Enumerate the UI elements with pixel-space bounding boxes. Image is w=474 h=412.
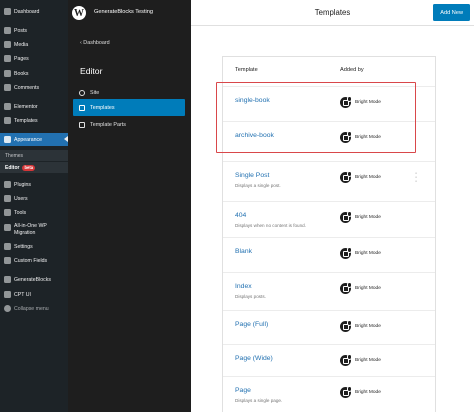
generateblocks-icon	[4, 276, 11, 283]
migration-icon	[4, 224, 11, 231]
more-actions-icon[interactable]: · · ·	[414, 170, 418, 185]
submenu-item-editor[interactable]: Editor beta	[0, 162, 68, 173]
nav-item-templates[interactable]: Templates	[73, 99, 185, 116]
pages-icon	[4, 55, 11, 62]
books-icon	[4, 70, 11, 77]
templates-layout-icon	[79, 104, 85, 111]
template-link[interactable]: Blank	[235, 248, 252, 255]
menu-item-all-in-one-migration[interactable]: All-in-One WP Migration	[0, 220, 68, 240]
menu-item-posts[interactable]: Posts	[0, 24, 68, 37]
templates-icon	[4, 117, 11, 124]
table-row: Page (Wide) Bright Mode	[223, 344, 435, 379]
site-title: GenerateBlocks Testing	[94, 9, 153, 15]
table-row: archive-book Bright Mode	[223, 121, 435, 156]
table-row: Page Displays a single page. Bright Mode	[223, 376, 435, 411]
wp-admin-menu: Dashboard Posts Media Pages Books Commen…	[0, 0, 68, 412]
tools-icon	[4, 209, 11, 216]
theme-avatar-icon	[340, 247, 352, 259]
theme-avatar-icon	[340, 282, 352, 294]
appearance-icon	[4, 136, 11, 143]
table-row: Single Post Displays a single post. Brig…	[223, 161, 435, 196]
editor-header: Templates Add New	[191, 0, 474, 26]
menu-item-dashboard[interactable]: Dashboard	[0, 5, 68, 18]
column-header-template: Template	[235, 67, 258, 73]
added-by: Bright Mode	[340, 171, 381, 183]
menu-item-users[interactable]: Users	[0, 192, 68, 205]
nav-item-template-parts[interactable]: Template Parts	[73, 116, 185, 133]
menu-item-elementor[interactable]: Elementor	[0, 100, 68, 113]
added-by: Bright Mode	[340, 247, 381, 259]
template-parts-icon	[79, 121, 85, 128]
template-description: Displays when no content is found.	[235, 223, 306, 228]
menu-item-plugins[interactable]: Plugins	[0, 178, 68, 191]
theme-avatar-icon	[340, 171, 352, 183]
template-link[interactable]: 404	[235, 212, 246, 219]
theme-avatar-icon	[340, 131, 352, 143]
template-link[interactable]: Page	[235, 387, 251, 394]
collapse-menu-button[interactable]: Collapse menu	[0, 302, 68, 315]
table-row: single-book Bright Mode	[223, 86, 435, 121]
wordpress-icon: W	[72, 6, 86, 20]
table-row: Blank Bright Mode	[223, 237, 435, 272]
added-by: Bright Mode	[340, 320, 381, 332]
dashboard-icon	[4, 8, 11, 15]
add-new-button[interactable]: Add New	[433, 4, 470, 21]
added-by: Bright Mode	[340, 282, 381, 294]
editor-heading: Editor	[80, 66, 103, 76]
menu-item-templates[interactable]: Templates	[0, 114, 68, 127]
template-description: Displays posts.	[235, 294, 266, 299]
posts-icon	[4, 27, 11, 34]
menu-item-custom-fields[interactable]: Custom Fields	[0, 254, 68, 267]
elementor-icon	[4, 103, 11, 110]
menu-item-comments[interactable]: Comments	[0, 81, 68, 94]
theme-avatar-icon	[340, 211, 352, 223]
menu-item-settings[interactable]: Settings	[0, 240, 68, 253]
column-header-added-by: Added by	[340, 67, 364, 73]
added-by: Bright Mode	[340, 131, 381, 143]
template-link[interactable]: Page (Full)	[235, 321, 268, 328]
comments-icon	[4, 84, 11, 91]
theme-avatar-icon	[340, 96, 352, 108]
theme-avatar-icon	[340, 354, 352, 366]
editor-navigation-panel: W GenerateBlocks Testing ‹ Dashboard Edi…	[68, 0, 191, 412]
page-title: Templates	[314, 8, 351, 17]
template-link[interactable]: Page (Wide)	[235, 355, 273, 362]
cpt-ui-icon	[4, 291, 11, 298]
menu-item-pages[interactable]: Pages	[0, 52, 68, 65]
site-icon	[79, 89, 85, 96]
plugins-icon	[4, 181, 11, 188]
theme-avatar-icon	[340, 386, 352, 398]
table-row: Index Displays posts. Bright Mode	[223, 272, 435, 307]
templates-table: Template Added by single-book Bright Mod…	[222, 56, 436, 412]
theme-avatar-icon	[340, 320, 352, 332]
beta-badge: beta	[22, 164, 36, 171]
template-description: Displays a single page.	[235, 398, 283, 403]
added-by: Bright Mode	[340, 386, 381, 398]
template-link[interactable]: Single Post	[235, 172, 269, 179]
added-by: Bright Mode	[340, 96, 381, 108]
added-by: Bright Mode	[340, 211, 381, 223]
menu-item-media[interactable]: Media	[0, 38, 68, 51]
menu-item-tools[interactable]: Tools	[0, 206, 68, 219]
table-row: Page (Full) Bright Mode	[223, 310, 435, 345]
template-link[interactable]: Index	[235, 283, 252, 290]
menu-item-books[interactable]: Books	[0, 67, 68, 80]
users-icon	[4, 195, 11, 202]
template-description: Displays a single post.	[235, 183, 281, 188]
table-row: 404 Displays when no content is found. B…	[223, 201, 435, 236]
submenu-item-themes[interactable]: Themes	[0, 150, 68, 161]
template-link[interactable]: archive-book	[235, 132, 274, 139]
menu-item-appearance[interactable]: Appearance	[0, 133, 68, 146]
menu-item-cpt-ui[interactable]: CPT UI	[0, 288, 68, 301]
template-link[interactable]: single-book	[235, 97, 270, 104]
added-by: Bright Mode	[340, 354, 381, 366]
settings-icon	[4, 243, 11, 250]
menu-item-generateblocks[interactable]: GenerateBlocks	[0, 273, 68, 286]
collapse-icon	[4, 305, 11, 312]
wordpress-logo-button[interactable]: W	[68, 0, 90, 26]
back-to-dashboard-link[interactable]: ‹ Dashboard	[80, 40, 110, 46]
media-icon	[4, 41, 11, 48]
custom-fields-icon	[4, 257, 11, 264]
